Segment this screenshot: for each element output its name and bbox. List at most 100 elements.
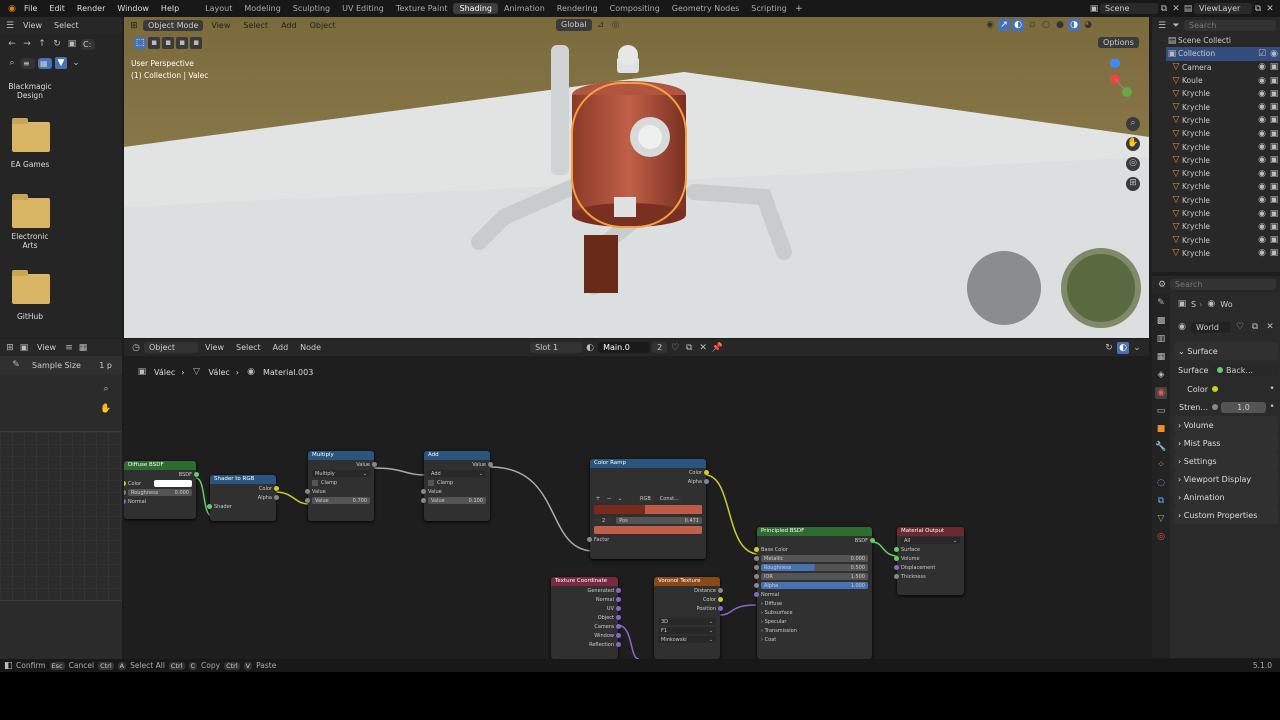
vp-menu-select[interactable]: Select	[238, 21, 273, 30]
chevron-down-icon[interactable]: ⌄	[70, 57, 82, 69]
outliner-row[interactable]: ▽ Krychle ◉ ▣	[1166, 194, 1280, 207]
ie-menu-view[interactable]: View	[32, 343, 61, 352]
fake-user-icon[interactable]: ♡	[1234, 321, 1246, 333]
pan-icon[interactable]: ✋	[100, 403, 112, 415]
select-invert-icon[interactable]: ▪	[190, 37, 202, 49]
xray-icon[interactable]: ▫	[1026, 19, 1038, 31]
roughness-field[interactable]: Roughness 0.500	[761, 564, 868, 571]
output-socket[interactable]	[616, 633, 621, 638]
outliner-row[interactable]: ▽ Koule ◉ ▣	[1166, 74, 1280, 87]
tab-compositing[interactable]: Compositing	[604, 3, 666, 14]
copy-icon[interactable]: ⧉	[1249, 321, 1261, 333]
eyedropper-icon[interactable]: ✎	[10, 359, 22, 371]
panel-header[interactable]: › Settings	[1174, 452, 1278, 470]
output-socket[interactable]	[616, 642, 621, 647]
viewlayer-delete-icon[interactable]: ✕	[1264, 3, 1276, 15]
overlay-icon[interactable]: ◐	[1012, 19, 1024, 31]
ior-field[interactable]: IOR 1.500	[761, 573, 868, 580]
folder-icon[interactable]	[12, 194, 50, 228]
outliner-row[interactable]: ▽ Krychle ◉ ▣	[1166, 127, 1280, 140]
view-layer-tab-icon[interactable]: ▦	[1155, 351, 1167, 363]
world-selector[interactable]: World	[1191, 321, 1231, 333]
menu-help[interactable]: Help	[155, 4, 185, 13]
input-socket[interactable]	[754, 583, 759, 588]
outliner-row[interactable]: ▽ Krychle ◉ ▣	[1166, 233, 1280, 246]
node-material-output[interactable]: Material Output All ⌄ Surface Volume Disp…	[894, 527, 964, 595]
camera-icon[interactable]: ▣	[1268, 141, 1280, 153]
output-socket[interactable]	[704, 479, 709, 484]
viewlayer-icon[interactable]: ▤	[1182, 3, 1194, 15]
tab-uv-editing[interactable]: UV Editing	[336, 3, 390, 14]
scene-selector[interactable]: Scene	[1100, 3, 1158, 14]
metallic-field[interactable]: Metallic 0.000	[761, 555, 868, 562]
world-crumb[interactable]: Wo	[1220, 300, 1232, 309]
camera-icon[interactable]: ▣	[1268, 168, 1280, 180]
camera-icon[interactable]: ▣	[1268, 101, 1280, 113]
input-socket[interactable]	[124, 490, 126, 495]
eye-icon[interactable]: ◉	[1256, 181, 1268, 193]
close-icon[interactable]: ✕	[1264, 321, 1276, 333]
editor-type-icon[interactable]: ☰	[4, 20, 16, 32]
color-socket-icon[interactable]	[1212, 386, 1218, 392]
output-socket[interactable]	[616, 588, 621, 593]
tab-scripting[interactable]: Scripting	[745, 3, 793, 14]
menu-render[interactable]: Render	[71, 4, 111, 13]
output-socket[interactable]	[616, 624, 621, 629]
select-new-icon[interactable]: ▪	[148, 37, 160, 49]
add-workspace-icon[interactable]: +	[793, 3, 805, 15]
input-socket[interactable]	[124, 481, 126, 486]
physics-tab-icon[interactable]: ◌	[1155, 477, 1167, 489]
camera-icon[interactable]: ▣	[1268, 208, 1280, 220]
filter-icon[interactable]: ▼	[55, 57, 67, 69]
input-socket[interactable]	[587, 537, 592, 542]
scene-collection-row[interactable]: ▤ Scene Collecti	[1166, 34, 1280, 47]
input-socket[interactable]	[305, 489, 310, 494]
eye-icon[interactable]: ◉	[1256, 141, 1268, 153]
camera-icon[interactable]: ▣	[1268, 128, 1280, 140]
options-button[interactable]: Options	[1098, 37, 1139, 48]
camera-icon[interactable]: ▣	[1268, 234, 1280, 246]
image-icon[interactable]: ▦	[77, 342, 89, 354]
3d-viewport[interactable]: ⊞ Object Mode View Select Add Object Glo…	[124, 17, 1149, 338]
camera-icon[interactable]: ▣	[1268, 221, 1280, 233]
eye-icon[interactable]: ◉	[1256, 154, 1268, 166]
node-section[interactable]: › Coat	[757, 635, 872, 644]
clamp-checkbox[interactable]	[428, 479, 434, 486]
render-tab-icon[interactable]: ▩	[1155, 315, 1167, 327]
fb-menu-select[interactable]: Select	[49, 21, 84, 30]
strength-field[interactable]: 1.0	[1221, 401, 1266, 413]
eye-icon[interactable]: ◉	[1256, 114, 1268, 126]
position-field[interactable]: Pos 0.471	[616, 517, 702, 524]
eye-icon[interactable]: ◉	[1256, 221, 1268, 233]
collection-tab-icon[interactable]: ▭	[1155, 405, 1167, 417]
interpolation-dropdown[interactable]: Const...	[656, 495, 682, 502]
refresh-icon[interactable]: ↻	[51, 38, 63, 50]
output-tab-icon[interactable]: ▥	[1155, 333, 1167, 345]
panel-surface[interactable]: ⌄ Surface	[1174, 342, 1278, 360]
output-socket[interactable]	[616, 606, 621, 611]
color-mode-dropdown[interactable]: RGB	[637, 495, 654, 502]
input-socket[interactable]	[754, 556, 759, 561]
input-socket[interactable]	[754, 547, 759, 552]
stop-color-swatch[interactable]	[594, 526, 702, 534]
operation-dropdown[interactable]: Add ⌄	[428, 470, 486, 477]
outliner-row[interactable]: ▽ Krychle ◉ ▣	[1166, 87, 1280, 100]
display-mode-list[interactable]: ≡	[21, 57, 35, 69]
node-add[interactable]: Add Value Add ⌄ Clamp Value Value 0.100	[421, 451, 493, 521]
node-editor[interactable]: ◷ Object View Select Add Node Slot 1 ◐ M…	[124, 339, 1149, 659]
node-texture-coordinate[interactable]: Texture Coordinate Generated Normal UV Obje…	[551, 577, 621, 659]
eye-icon[interactable]: ◉	[1256, 234, 1268, 246]
panel-header[interactable]: › Mist Pass	[1174, 434, 1278, 452]
world-tab-icon[interactable]: ◉	[1155, 387, 1167, 399]
output-socket[interactable]	[718, 606, 723, 611]
vp-menu-add[interactable]: Add	[276, 21, 302, 30]
properties-search[interactable]: Search	[1170, 279, 1276, 290]
menu-edit[interactable]: Edit	[43, 4, 71, 13]
editor-type-icon[interactable]: ⚙	[1156, 279, 1168, 291]
color-ramp-gradient[interactable]	[594, 505, 702, 514]
outliner-row[interactable]: ▽ Krychle ◉ ▣	[1166, 247, 1280, 260]
viewlayer-copy-icon[interactable]: ⧉	[1252, 3, 1264, 15]
camera-icon[interactable]: ▣	[1268, 61, 1280, 73]
camera-icon[interactable]: ▣	[1268, 194, 1280, 206]
camera-icon[interactable]: ▣	[1268, 114, 1280, 126]
